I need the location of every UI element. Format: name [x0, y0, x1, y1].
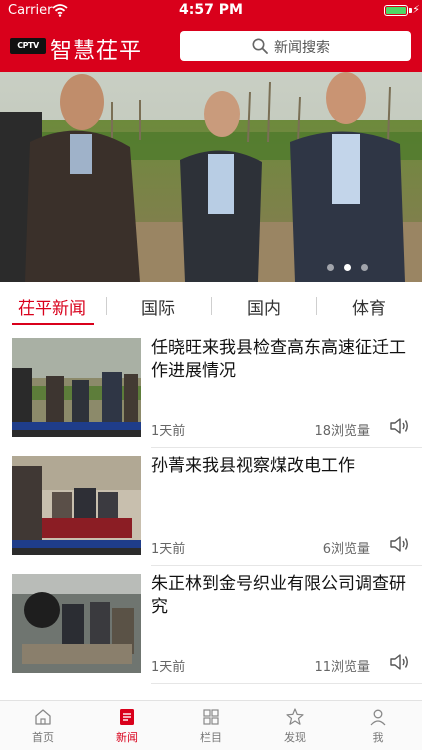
home-icon [35, 709, 51, 725]
tab-sports[interactable]: 体育 [352, 294, 386, 319]
tabbar-item-home[interactable]: 首页 [13, 707, 73, 747]
news-view-count: 18浏览量 [314, 424, 370, 439]
tabbar-label: 发现 [284, 731, 306, 744]
carousel-dot[interactable] [327, 264, 334, 271]
tab-separator [106, 297, 107, 315]
tabbar-item-discover[interactable]: 发现 [265, 707, 325, 747]
app-header: Carrier 4:57 PM ⚡ CPTV 智慧茌平 新闻搜索 [0, 0, 422, 72]
app-title: 智慧茌平 [50, 39, 143, 64]
tabbar-item-me[interactable]: 我 [348, 707, 408, 747]
cptv-logo: CPTV [10, 38, 46, 54]
carousel-indicator [327, 264, 378, 272]
category-tabs: 茌平新闻 国际 国内 体育 [0, 282, 422, 330]
news-list-item[interactable]: 任晓旺来我县检查高东高速征迁工作进展情况 1天前 18浏览量 [0, 330, 422, 448]
news-view-count: 6浏览量 [322, 542, 370, 557]
tabbar-label: 首页 [32, 731, 54, 744]
carousel-dot[interactable] [361, 264, 368, 271]
news-title: 朱正林到金号织业有限公司调查研究 [151, 574, 406, 617]
tabbar-label: 新闻 [116, 731, 138, 744]
battery-icon [384, 5, 408, 16]
carousel-dot[interactable] [344, 264, 351, 271]
bottom-tab-bar: 首页 新闻 栏目 发现 我 [0, 700, 422, 750]
speaker-icon[interactable] [388, 533, 410, 555]
speaker-icon[interactable] [388, 651, 410, 673]
charging-icon: ⚡ [412, 3, 420, 16]
news-title: 孙菁来我县视察煤改电工作 [151, 456, 355, 476]
news-time: 1天前 [151, 660, 186, 675]
news-time: 1天前 [151, 424, 186, 439]
tab-international[interactable]: 国际 [141, 294, 175, 319]
status-time: 4:57 PM [179, 2, 243, 18]
news-time: 1天前 [151, 542, 186, 557]
search-placeholder: 新闻搜索 [274, 40, 330, 56]
item-divider [151, 683, 422, 684]
news-thumbnail [12, 456, 141, 555]
tab-chiping-news[interactable]: 茌平新闻 [18, 294, 86, 319]
tabbar-label: 我 [372, 731, 384, 744]
tabbar-item-news[interactable]: 新闻 [97, 707, 157, 747]
news-thumbnail [12, 574, 141, 673]
banner-photo [0, 72, 422, 282]
grid-icon [203, 709, 219, 725]
tabbar-label: 栏目 [200, 731, 222, 744]
banner-carousel[interactable] [0, 72, 422, 282]
tab-separator [211, 297, 212, 315]
tab-separator [316, 297, 317, 315]
news-view-count: 11浏览量 [314, 660, 370, 675]
speaker-icon[interactable] [388, 415, 410, 437]
tabbar-item-columns[interactable]: 栏目 [181, 707, 241, 747]
status-bar: Carrier 4:57 PM ⚡ [0, 0, 422, 22]
user-icon [370, 709, 386, 726]
news-icon [120, 709, 134, 725]
news-list-item[interactable]: 孙菁来我县视察煤改电工作 1天前 6浏览量 [0, 448, 422, 566]
news-title: 任晓旺来我县检查高东高速征迁工作进展情况 [151, 338, 406, 381]
search-icon [252, 38, 268, 54]
news-search-box[interactable]: 新闻搜索 [180, 31, 411, 61]
tab-domestic[interactable]: 国内 [247, 294, 281, 319]
news-list-item[interactable]: 朱正林到金号织业有限公司调查研究 1天前 11浏览量 [0, 566, 422, 684]
news-thumbnail [12, 338, 141, 437]
discover-icon [286, 708, 304, 725]
active-tab-underline [12, 323, 94, 325]
